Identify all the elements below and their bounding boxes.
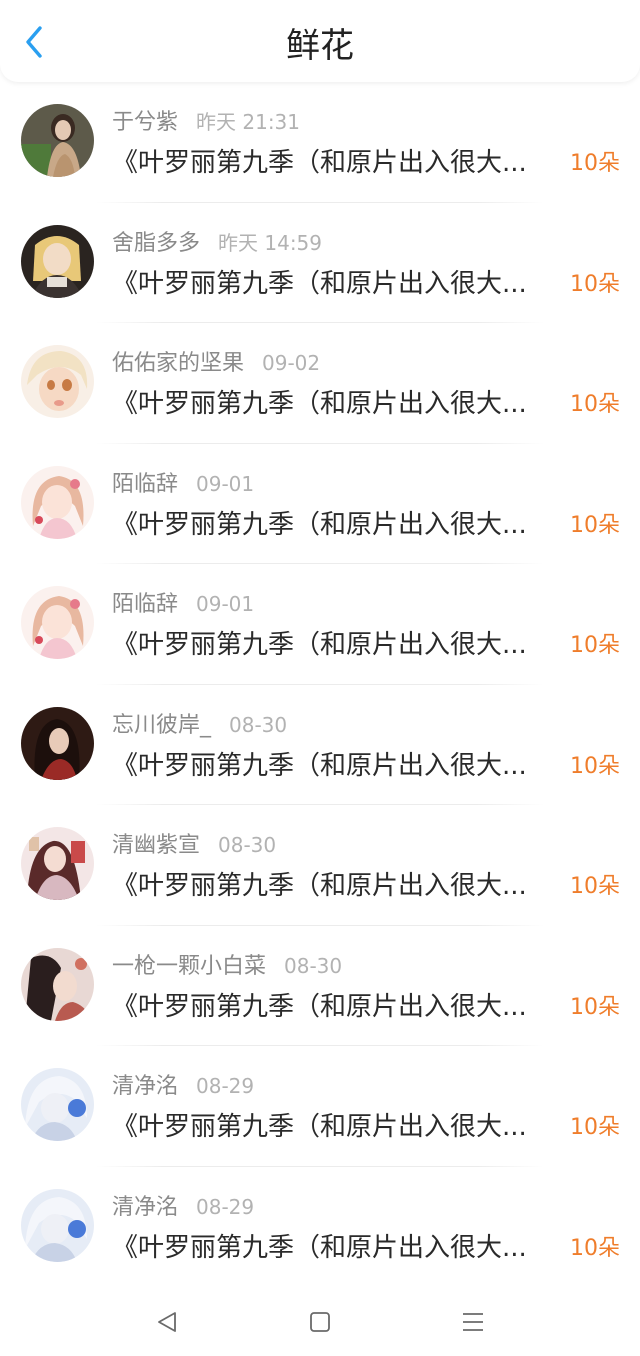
system-navigation-bar (0, 1288, 640, 1356)
user-name: 清净洺 08-29 (112, 1194, 255, 1220)
user-name: 忘川彼岸_ 08-30 (112, 712, 288, 738)
user-name: 陌临辞 09-01 (112, 592, 255, 617)
avatar[interactable] (21, 104, 94, 177)
flower-count: 10朵 (570, 1235, 620, 1261)
timestamp: 09-01 (196, 471, 255, 496)
user-name: 一枪一颗小白菜 08-30 (112, 953, 343, 979)
flower-count: 10朵 (570, 753, 620, 779)
list-item[interactable]: 一枪一颗小白菜 08-30 《叶罗丽第九季（和原片出入很大... 10朵 (0, 926, 640, 1046)
item-content: 《叶罗丽第九季（和原片出入很大... (112, 991, 527, 1022)
timestamp: 昨天 14:59 (218, 230, 323, 255)
flower-count: 10朵 (570, 994, 620, 1020)
item-content: 《叶罗丽第九季（和原片出入很大... (112, 268, 527, 299)
nav-menu-button[interactable] (453, 1302, 493, 1342)
item-content: 《叶罗丽第九季（和原片出入很大... (112, 389, 527, 419)
avatar[interactable] (21, 465, 94, 539)
flower-count: 10朵 (570, 151, 620, 176)
timestamp: 08-30 (218, 833, 277, 857)
header: 鲜花 (0, 0, 640, 82)
item-content: 《叶罗丽第九季（和原片出入很大... (112, 750, 527, 781)
page: 鲜花 于兮紫 昨天 21:31 《叶罗丽第九季（和原片出入很大... 10朵 舍… (0, 0, 640, 1356)
user-name: 陌临辞 09-01 (112, 471, 255, 497)
timestamp: 08-30 (284, 953, 343, 978)
timestamp: 09-01 (196, 592, 255, 616)
timestamp: 08-29 (196, 1194, 255, 1219)
avatar[interactable] (21, 1068, 94, 1141)
flower-count: 10朵 (570, 874, 620, 899)
flower-count: 10朵 (570, 633, 620, 658)
flower-count: 10朵 (570, 271, 620, 297)
timestamp: 08-30 (229, 712, 288, 737)
item-content: 《叶罗丽第九季（和原片出入很大... (112, 509, 527, 540)
timestamp: 昨天 21:31 (196, 110, 301, 134)
user-name: 佑佑家的坚果 09-02 (112, 351, 321, 376)
avatar[interactable] (21, 345, 94, 418)
list-item[interactable]: 佑佑家的坚果 09-02 《叶罗丽第九季（和原片出入很大... 10朵 (0, 323, 640, 444)
triangle-back-icon (158, 1312, 176, 1332)
item-content: 《叶罗丽第九季（和原片出入很大... (112, 630, 527, 660)
list-item[interactable]: 清净洺 08-29 《叶罗丽第九季（和原片出入很大... 10朵 (0, 1046, 640, 1167)
item-content: 《叶罗丽第九季（和原片出入很大... (112, 1232, 527, 1263)
avatar[interactable] (21, 1188, 94, 1262)
avatar[interactable] (21, 947, 94, 1021)
avatar[interactable] (21, 224, 94, 298)
item-content: 《叶罗丽第九季（和原片出入很大... (112, 871, 527, 901)
user-name: 清净洺 08-29 (112, 1074, 255, 1099)
user-name: 清幽紫宣 08-30 (112, 833, 277, 858)
gift-list: 于兮紫 昨天 21:31 《叶罗丽第九季（和原片出入很大... 10朵 舍脂多多昨… (0, 82, 640, 1287)
list-item[interactable]: 陌临辞 09-01 《叶罗丽第九季（和原片出入很大... 10朵 (0, 444, 640, 564)
avatar[interactable] (21, 586, 94, 659)
list-item[interactable]: 清净洺 08-29 《叶罗丽第九季（和原片出入很大... 10朵 (0, 1167, 640, 1288)
item-content: 《叶罗丽第九季（和原片出入很大... (112, 1112, 527, 1142)
nav-home-button[interactable] (300, 1302, 340, 1342)
square-home-icon (310, 1312, 330, 1332)
flower-count: 10朵 (570, 512, 620, 538)
list-item[interactable]: 于兮紫 昨天 21:31 《叶罗丽第九季（和原片出入很大... 10朵 (0, 82, 640, 203)
list-item[interactable]: 陌临辞 09-01 《叶罗丽第九季（和原片出入很大... 10朵 (0, 564, 640, 685)
timestamp: 09-02 (262, 351, 321, 375)
page-title: 鲜花 (286, 26, 354, 66)
avatar[interactable] (21, 827, 94, 900)
timestamp: 08-29 (196, 1074, 255, 1098)
flower-count: 10朵 (570, 392, 620, 417)
nav-back-button[interactable] (147, 1302, 187, 1342)
avatar[interactable] (21, 706, 94, 780)
list-item[interactable]: 忘川彼岸_ 08-30 《叶罗丽第九季（和原片出入很大... 10朵 (0, 685, 640, 805)
user-name: 舍脂多多 昨天 14:59 (112, 230, 323, 256)
user-name: 于兮紫 昨天 21:31 (112, 110, 301, 135)
list-item[interactable]: 舍脂多多 昨天 14:59 《叶罗丽第九季（和原片出入很大... 10朵 (0, 203, 640, 323)
list-item[interactable]: 清幽紫宣 08-30 《叶罗丽第九季（和原片出入很大... 10朵 (0, 805, 640, 926)
flower-count: 10朵 (570, 1115, 620, 1140)
item-content: 《叶罗丽第九季（和原片出入很大... (112, 148, 527, 178)
three-lines-menu-icon (463, 1313, 483, 1331)
